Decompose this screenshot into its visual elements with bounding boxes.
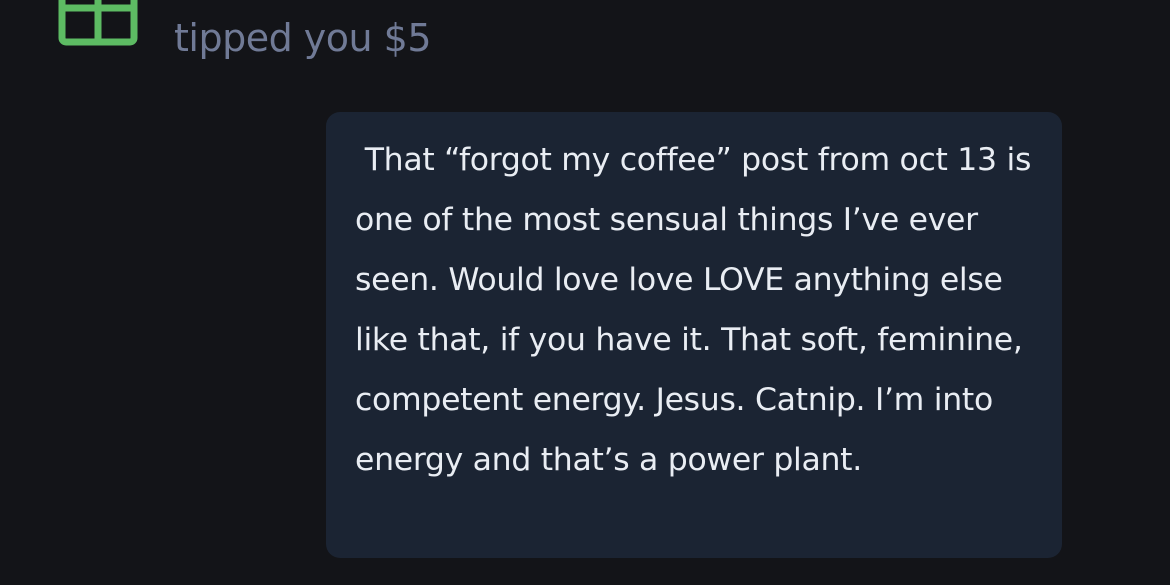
tip-notification: tipped you $5 — [58, 0, 558, 70]
message-text: That “forgot my coffee” post from oct 13… — [355, 142, 1041, 478]
message-bubble[interactable]: That “forgot my coffee” post from oct 13… — [326, 112, 1062, 558]
tip-amount-text: tipped you $5 — [174, 16, 432, 60]
gift-icon — [58, 0, 138, 46]
chat-screen: tipped you $5 That “forgot my coffee” po… — [0, 0, 1170, 585]
